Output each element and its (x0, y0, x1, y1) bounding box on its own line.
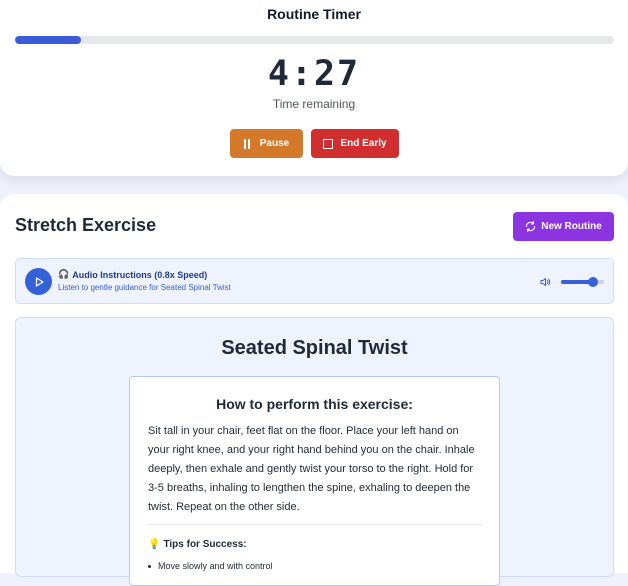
volume-slider-thumb[interactable] (588, 277, 599, 287)
section-title: Stretch Exercise (15, 215, 157, 235)
instructions-heading: How to perform this exercise: (216, 396, 413, 412)
exercise-name: Seated Spinal Twist (221, 337, 408, 359)
pause-button[interactable]: Pause (230, 129, 303, 158)
instructions-card: How to perform this exercise: Sit tall i… (129, 376, 500, 586)
tips-heading-row: 💡 Tips for Success: (148, 539, 247, 550)
new-routine-button[interactable]: New Routine (513, 212, 614, 241)
lightbulb-icon: 💡 (148, 539, 161, 550)
tips-list: Move slowly and with control (148, 561, 273, 571)
headphones-icon: 🎧 (58, 269, 70, 279)
end-early-button[interactable]: End Early (311, 129, 399, 158)
stretch-exercise-section: Stretch Exercise New Routine 🎧 Audio Ins… (0, 194, 628, 586)
time-remaining-display: 4:27 (267, 54, 361, 94)
instructions-text: Sit tall in your chair, feet flat on the… (148, 425, 475, 513)
audio-title: Audio Instructions (0.8x Speed) (72, 269, 208, 280)
time-remaining-label: Time remaining (272, 97, 356, 111)
end-early-button-label: End Early (340, 138, 387, 149)
refresh-icon (526, 221, 536, 232)
timer-progress-bar (15, 36, 614, 44)
tips-heading: Tips for Success: (163, 539, 247, 550)
exercise-panel: Seated Spinal Twist How to perform this … (15, 317, 614, 586)
audio-instructions-panel: 🎧 Audio Instructions (0.8x Speed) Listen… (15, 258, 614, 304)
stop-icon (323, 138, 334, 149)
tip-item: Move slowly and with control (148, 561, 273, 571)
tip-text: Move slowly and with control (158, 561, 273, 571)
divider (148, 524, 482, 525)
new-routine-label: New Routine (541, 221, 602, 232)
play-icon (35, 276, 44, 287)
volume-slider[interactable] (561, 277, 604, 287)
timer-progress-fill (15, 36, 81, 44)
timer-title: Routine Timer (267, 6, 361, 22)
pause-icon (243, 138, 253, 149)
play-audio-button[interactable] (25, 268, 52, 295)
bullet-icon (148, 564, 151, 568)
timer-card: Routine Timer 4:27 Time remaining Pause … (0, 0, 628, 176)
audio-subtitle: Listen to gentle guidance for Seated Spi… (58, 283, 231, 292)
volume-icon (540, 278, 551, 286)
audio-title-row: 🎧 Audio Instructions (0.8x Speed) (58, 269, 207, 280)
pause-button-label: Pause (259, 138, 290, 149)
